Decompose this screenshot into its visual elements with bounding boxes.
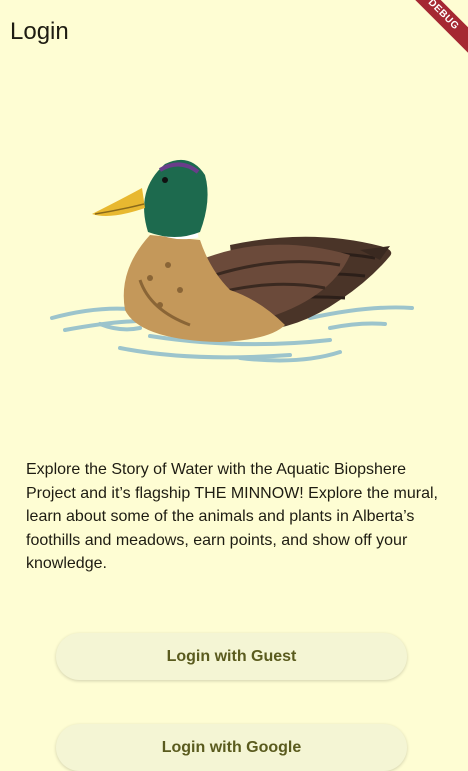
intro-description: Explore the Story of Water with the Aqua… (26, 461, 438, 572)
login-with-google-button[interactable]: Login with Google (56, 724, 407, 771)
page-title: Login (10, 18, 69, 45)
duck-illustration (40, 150, 430, 375)
login-with-guest-button[interactable]: Login with Guest (56, 633, 407, 680)
login-with-guest-label: Login with Guest (166, 647, 297, 665)
app-bar: Login (0, 0, 468, 64)
login-with-google-label: Login with Google (161, 738, 302, 756)
